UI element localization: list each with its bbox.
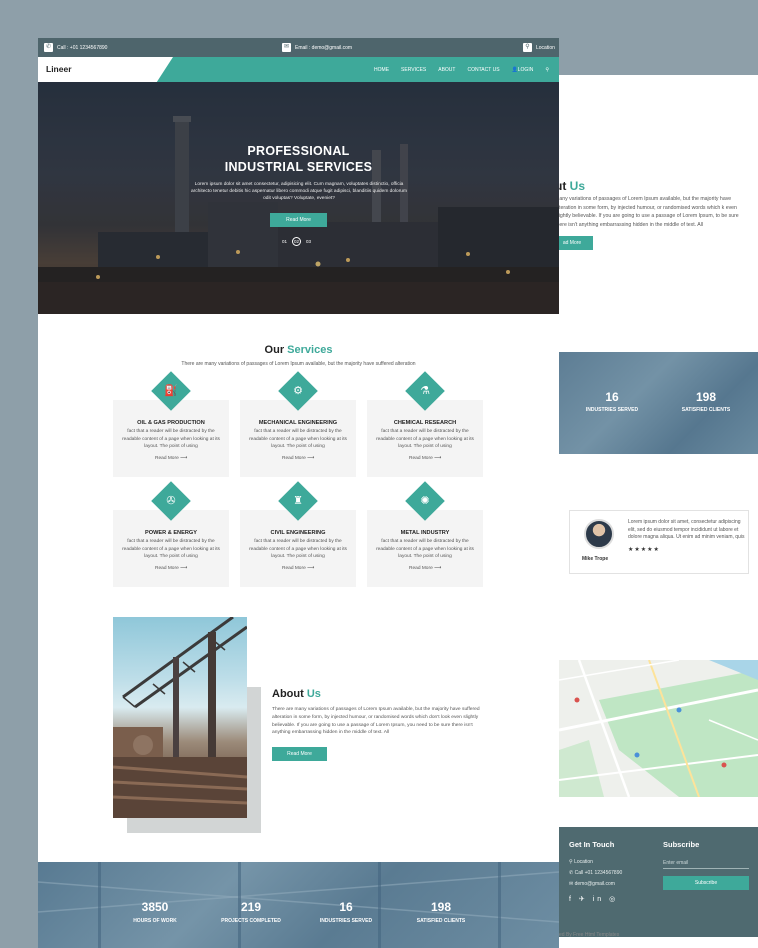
service-title: METAL INDUSTRY <box>400 530 450 536</box>
avatar <box>584 519 614 549</box>
mail-icon: ✉ <box>569 881 574 887</box>
service-read-more[interactable]: Read More ⟶ <box>113 456 229 461</box>
service-card-civil[interactable]: ♜ CIVIL ENGINEERING fact that a reader w… <box>240 481 356 587</box>
stat-projects-completed: 219 PROJECTS COMPLETED <box>221 900 281 924</box>
slider-indicators: 01 02 03 <box>282 237 311 246</box>
stat-satisfied-clients: 198 SATISFIED CLIENTS <box>416 900 466 924</box>
service-title: CIVIL ENGINEERING <box>270 530 326 536</box>
topbar-email[interactable]: ✉ Email : demo@gmail.com <box>282 38 352 57</box>
service-card-power[interactable]: ✇ POWER & ENERGY fact that a reader will… <box>113 481 229 587</box>
service-title: CHEMICAL RESEARCH <box>393 420 457 426</box>
logo-box: Lineer <box>38 57 173 82</box>
logo[interactable]: Lineer <box>46 57 72 82</box>
mail-icon: ✉ <box>282 43 291 52</box>
back-stats-band: 16 INDUSTRIES SERVED 198 SATISFIED CLIENTS <box>559 352 758 454</box>
service-read-more[interactable]: Read More ⟶ <box>367 456 483 461</box>
about-title: About Us <box>272 688 321 700</box>
topbar-location[interactable]: ⚲ Location <box>523 38 555 57</box>
service-title: POWER & ENERGY <box>145 530 197 536</box>
copyright-text: ed By Free Html Templates <box>559 932 620 938</box>
back-stat-clients: 198 SATISFIED CLIENTS <box>681 390 731 413</box>
front-page: ✆ Call : +01 1234567890 ✉ Email : demo@g… <box>38 38 559 948</box>
service-desc: fact that a reader will be distracted by… <box>249 539 347 559</box>
slide-indicator-1[interactable]: 01 <box>282 239 287 244</box>
wind-turbine-icon: ✇ <box>166 495 176 507</box>
services-subtitle: There are many variations of passages of… <box>181 361 416 367</box>
search-icon[interactable]: ⚲ <box>545 67 549 73</box>
footer: Get In Touch Subscribe ⚲ Location ✆ Call… <box>559 827 758 937</box>
service-card-oil-gas[interactable]: ⛽ OIL & GAS PRODUCTION fact that a reade… <box>113 371 229 477</box>
gear-icon: ⚙ <box>293 385 303 397</box>
footer-contact-title: Get In Touch <box>569 840 615 849</box>
service-card-metal[interactable]: ✺ METAL INDUSTRY fact that a reader will… <box>367 481 483 587</box>
subscribe-email-input[interactable] <box>663 857 749 869</box>
about-text: There are many variations of passages of… <box>272 707 480 736</box>
service-card-mechanical[interactable]: ⚙ MECHANICAL ENGINEERING fact that a rea… <box>240 371 356 477</box>
service-read-more[interactable]: Read More ⟶ <box>240 456 356 461</box>
location-map[interactable] <box>559 660 758 797</box>
service-card-chemical[interactable]: ⚗ CHEMICAL RESEARCH fact that a reader w… <box>367 371 483 477</box>
phone-icon: ✆ <box>44 43 53 52</box>
metal-gear-icon: ✺ <box>420 495 430 507</box>
service-title: OIL & GAS PRODUCTION <box>137 420 205 426</box>
map-pin-icon: ⚲ <box>523 43 532 52</box>
map-pin-icon: ⚲ <box>569 859 573 865</box>
stat-industries-served: 16 INDUSTRIES SERVED <box>319 900 373 924</box>
hero-title-line2: INDUSTRIAL SERVICES <box>224 160 373 174</box>
nav-item-about[interactable]: ABOUT <box>438 67 455 73</box>
back-about-text: many variations of passages of Lorem Ips… <box>559 196 739 228</box>
back-read-more-button[interactable]: ad More <box>559 236 593 250</box>
service-desc: fact that a reader will be distracted by… <box>122 539 220 559</box>
about-read-more-button[interactable]: Read More <box>272 747 327 761</box>
hero-text: Lorem ipsum dolor sit amet consectetur, … <box>191 182 407 201</box>
testimonial-card: Mike Trope Lorem ipsum dolor sit amet, c… <box>569 510 749 574</box>
tower-icon: ♜ <box>293 495 303 507</box>
footer-subscribe-title: Subscribe <box>663 840 700 849</box>
nav-item-services[interactable]: SERVICES <box>401 67 426 73</box>
top-bar: ✆ Call : +01 1234567890 ✉ Email : demo@g… <box>38 38 559 57</box>
service-read-more[interactable]: Read More ⟶ <box>367 566 483 571</box>
rating-stars: ★★★★★ <box>628 547 660 553</box>
topbar-phone[interactable]: ✆ Call : +01 1234567890 <box>44 38 107 57</box>
nav-item-home[interactable]: HOME <box>374 67 389 73</box>
back-about-title: ut Us <box>559 179 586 193</box>
main-navbar: Lineer HOME SERVICES ABOUT CONTACT US 👤L… <box>38 57 559 82</box>
slide-indicator-3[interactable]: 03 <box>306 239 311 244</box>
service-desc: fact that a reader will be distracted by… <box>376 429 474 449</box>
back-page-preview: ut Us many variations of passages of Lor… <box>559 75 758 948</box>
login-link[interactable]: 👤LOGIN <box>512 67 534 73</box>
oil-pump-icon: ⛽ <box>164 385 178 397</box>
hero-title-line1: PROFESSIONAL <box>247 144 350 158</box>
testimonial-name: Mike Trope <box>582 556 609 562</box>
nav-item-contact[interactable]: CONTACT US <box>467 67 499 73</box>
social-links[interactable]: f ✈ in ◎ <box>569 895 618 903</box>
stat-hours-of-work: 3850 HOURS OF WORK <box>133 900 177 924</box>
services-title: Our Services <box>264 344 333 356</box>
back-stat-industries: 16 INDUSTRIES SERVED <box>585 390 639 413</box>
slide-indicator-2[interactable]: 02 <box>292 237 302 246</box>
service-desc: fact that a reader will be distracted by… <box>376 539 474 559</box>
nav-menu: HOME SERVICES ABOUT CONTACT US 👤LOGIN ⚲ <box>374 57 549 82</box>
service-title: MECHANICAL ENGINEERING <box>258 420 338 426</box>
footer-phone: ✆ Call +01 1234567890 <box>569 870 623 876</box>
service-read-more[interactable]: Read More ⟶ <box>113 566 229 571</box>
hero-read-more-button[interactable]: Read More <box>270 213 327 227</box>
testimonial-text: Lorem ipsum dolor sit amet, consectetur … <box>628 519 745 540</box>
service-desc: fact that a reader will be distracted by… <box>249 429 347 449</box>
footer-email: ✉ demo@gmail.com <box>569 881 615 887</box>
stats-band: 3850 HOURS OF WORK 219 PROJECTS COMPLETED … <box>38 862 559 948</box>
subscribe-button[interactable]: Subscribe <box>663 876 749 890</box>
service-read-more[interactable]: Read More ⟶ <box>240 566 356 571</box>
footer-location: ⚲ Location <box>569 859 593 865</box>
flask-icon: ⚗ <box>420 385 430 397</box>
about-image <box>113 617 247 818</box>
service-desc: fact that a reader will be distracted by… <box>122 429 220 449</box>
hero-slider: PROFESSIONAL INDUSTRIAL SERVICES Lorem i… <box>38 82 559 314</box>
phone-icon: ✆ <box>569 870 574 876</box>
